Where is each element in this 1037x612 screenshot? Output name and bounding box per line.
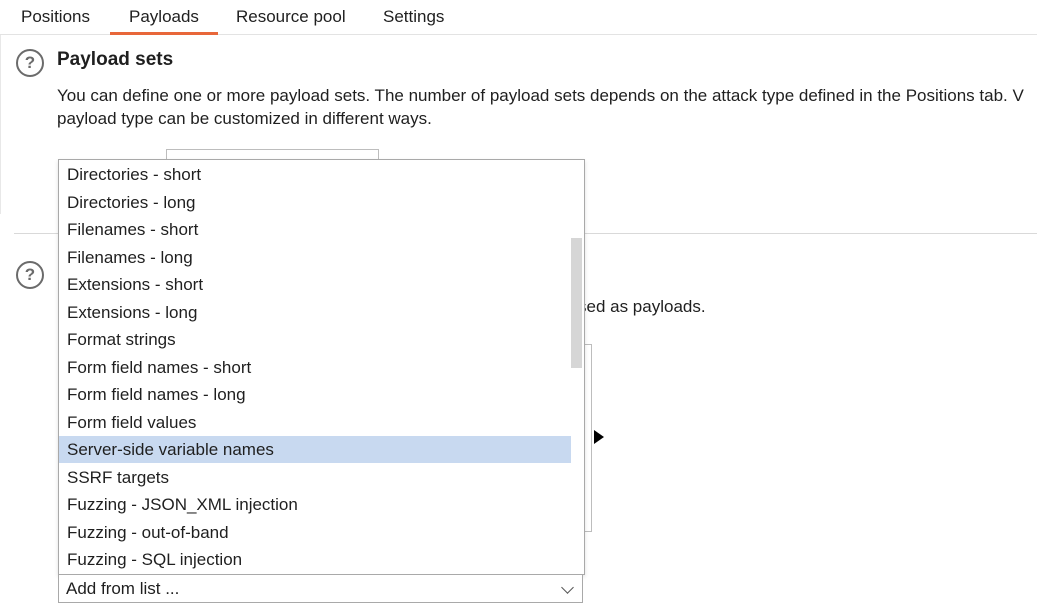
dropdown-item[interactable]: Server-side variable names [59,436,571,463]
payload-sets-description: You can define one or more payload sets.… [57,84,1037,130]
tab-resource-pool[interactable]: Resource pool [236,0,346,32]
chevron-down-icon[interactable] [561,581,574,594]
dropdown-item[interactable]: Filenames - short [59,216,571,243]
dropdown-scrollbar-thumb[interactable] [571,238,582,368]
tab-settings[interactable]: Settings [383,0,444,32]
left-edge-line [0,34,1,214]
dropdown-item[interactable]: SSRF targets [59,464,571,491]
dropdown-item[interactable]: Filenames - long [59,244,571,271]
payload-sets-title: Payload sets [57,49,174,70]
dropdown-scrollbar[interactable] [571,160,584,574]
dropdown-item[interactable]: Fuzzing - SQL injection [59,546,571,573]
add-from-list-select[interactable]: Add from list ... [58,574,583,603]
question-circle-icon[interactable]: ? [16,261,44,289]
tab-payloads[interactable]: Payloads [110,0,218,35]
question-circle-icon[interactable]: ? [16,49,44,77]
dropdown-item[interactable]: Form field names - short [59,354,571,381]
dropdown-item[interactable]: Directories - short [59,161,571,188]
dropdown-item[interactable]: Fuzzing - out-of-band [59,519,571,546]
dropdown-item[interactable]: Format strings [59,326,571,353]
dropdown-item[interactable]: Form field values [59,409,571,436]
mouse-cursor-icon [594,430,604,444]
dropdown-item[interactable]: Fuzzing - JSON_XML injection [59,491,571,518]
payload-list-dropdown[interactable]: Directories - short Directories - long Fil… [58,159,585,575]
add-from-list-value: Add from list ... [66,579,180,598]
dropdown-item[interactable]: Directories - long [59,189,571,216]
payload-sets-description-line1: You can define one or more payload sets.… [57,86,1024,105]
dropdown-item[interactable]: Form field names - long [59,381,571,408]
payload-list-box[interactable] [584,344,592,532]
tab-positions[interactable]: Positions [21,0,90,32]
payload-sets-description-line2: payload type can be customized in differ… [57,109,432,128]
dropdown-item[interactable]: Extensions - short [59,271,571,298]
payload-settings-description: sed as payloads. [578,297,706,316]
tab-bar: Positions Payloads Resource pool Setting… [0,0,1037,35]
dropdown-item[interactable]: Extensions - long [59,299,571,326]
